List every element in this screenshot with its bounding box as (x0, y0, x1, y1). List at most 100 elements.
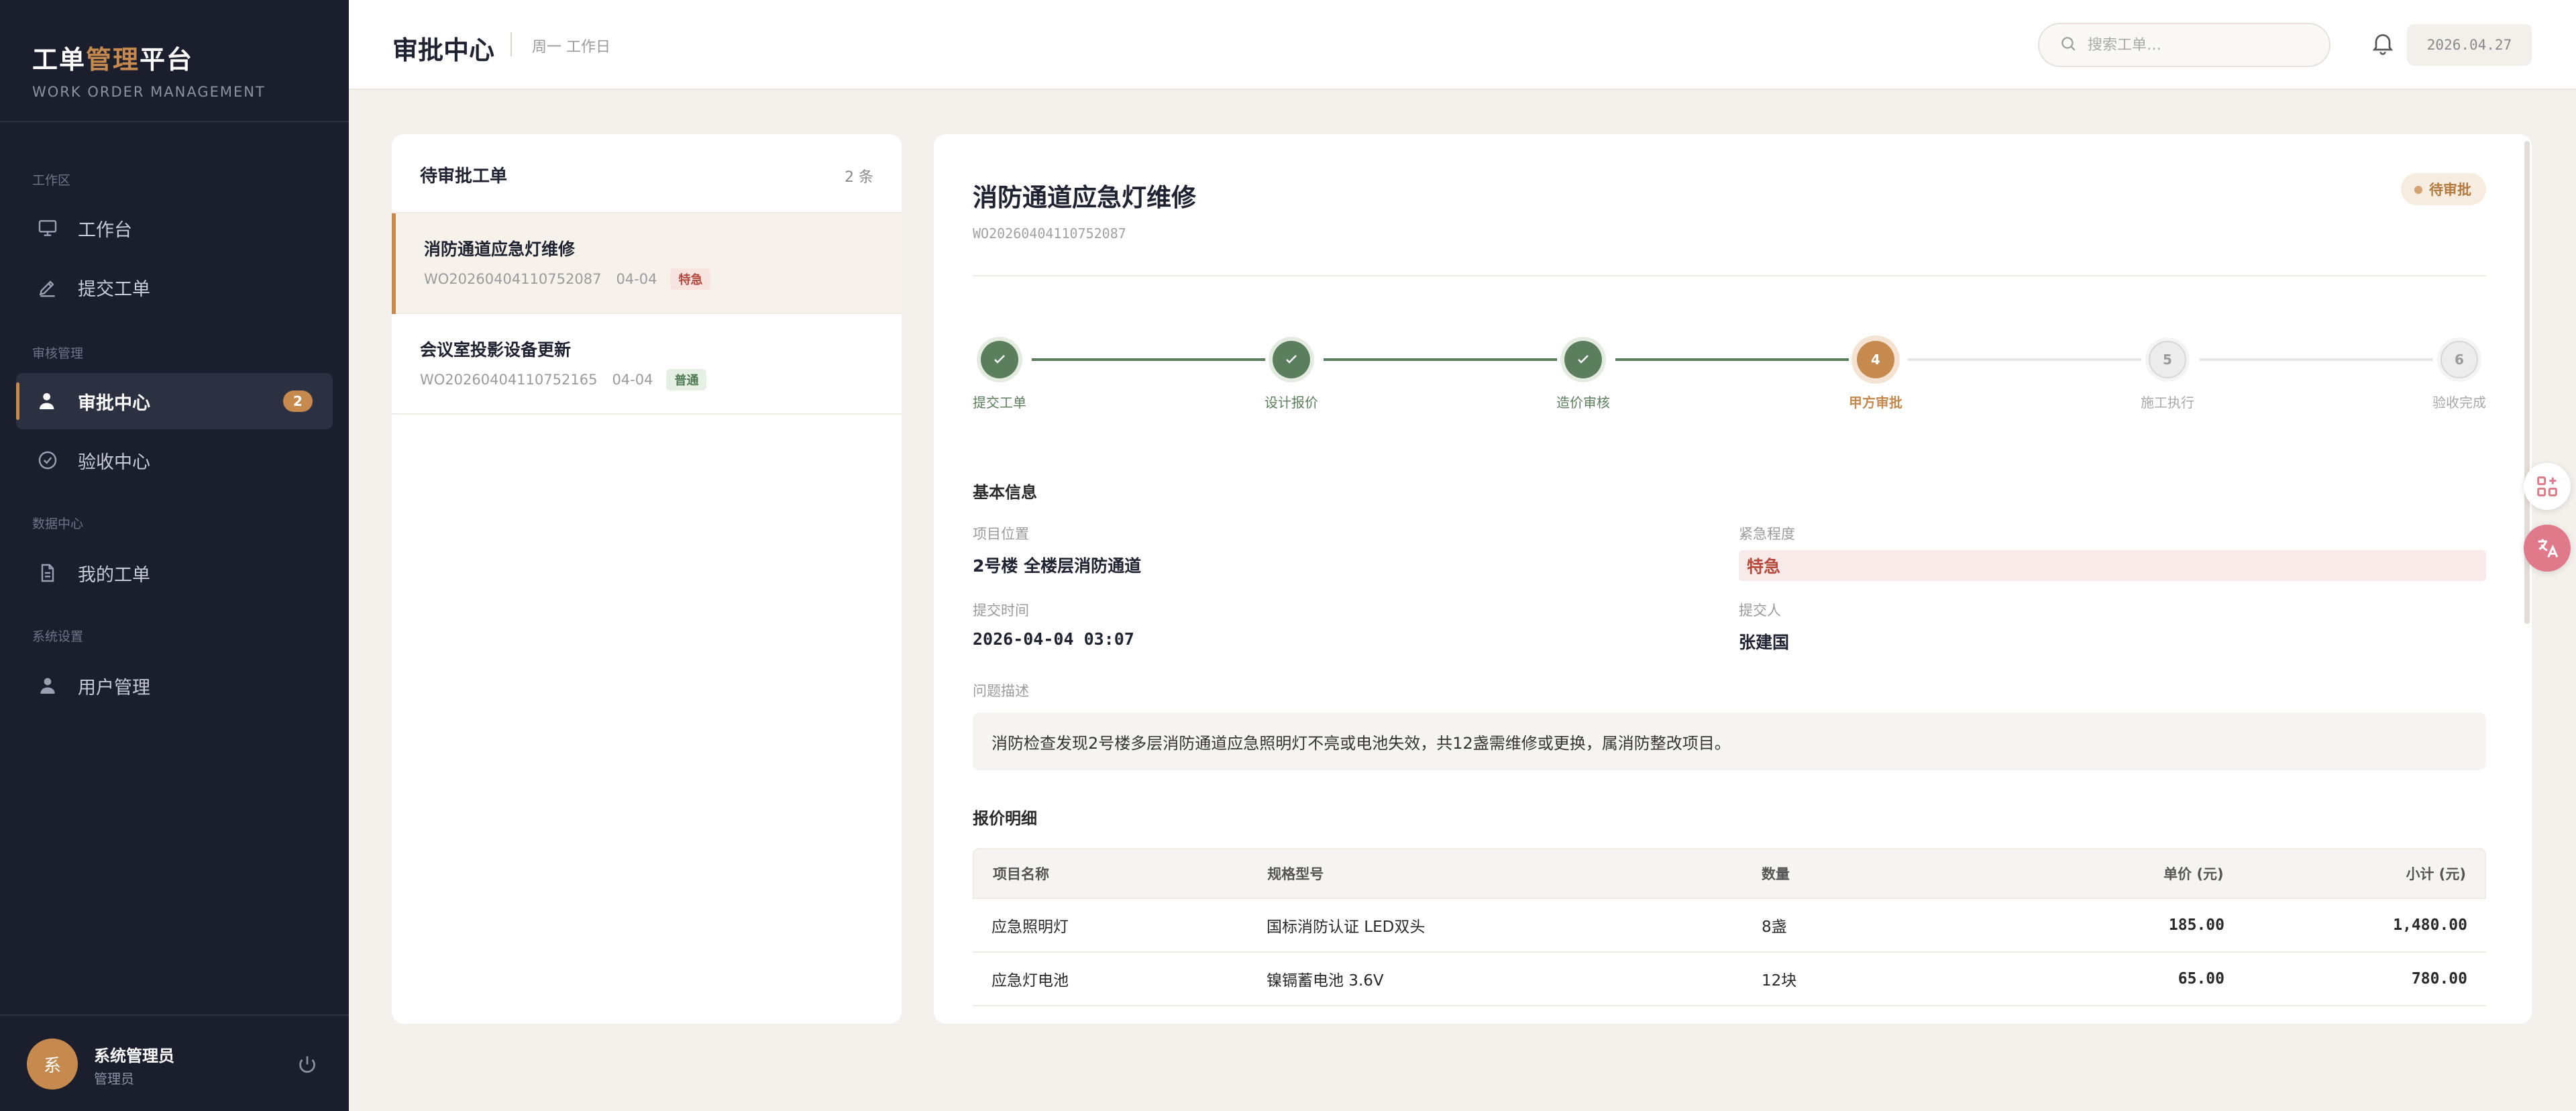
step-design-quote: 设计报价 (1244, 335, 1338, 411)
sidebar-item-user-management[interactable]: 用户管理 (16, 657, 333, 714)
list-item-date: 04-04 (612, 372, 653, 388)
sidebar-item-label: 工作台 (78, 219, 132, 241)
title-separator (511, 32, 512, 56)
sidebar-item-dashboard[interactable]: 工作台 (16, 200, 333, 256)
monitor-icon (36, 217, 59, 240)
section-label-system: 系统设置 (32, 629, 84, 644)
step-client-approval: 4 甲方审批 (1829, 335, 1923, 411)
sidebar-item-acceptance-center[interactable]: 验收中心 (16, 432, 333, 488)
step-connector (1032, 358, 1265, 361)
order-detail-panel: 消防通道应急灯维修 WO20260404110752087 待审批 提交工单 设… (934, 134, 2532, 1024)
urgency-tag: 普通 (666, 369, 707, 390)
step-label: 验收完成 (2432, 394, 2486, 411)
user-icon (36, 674, 59, 697)
search-input[interactable] (2088, 36, 2316, 54)
cell-unit-price: 65.00 (2178, 970, 2224, 988)
step-label: 提交工单 (973, 394, 1026, 411)
logout-power-icon[interactable] (295, 1053, 319, 1077)
list-item-code: WO20260404110752087 (424, 271, 602, 287)
pen-icon (36, 276, 59, 299)
list-item-meta: WO20260404110752087 04-04 特急 (424, 268, 711, 290)
list-item[interactable]: 消防通道应急灯维修 WO20260404110752087 04-04 特急 (392, 213, 902, 314)
step-number: 6 (2440, 341, 2478, 378)
sidebar: 工单管理平台 WORK ORDER MANAGEMENT 工作区 工作台 提交工… (0, 0, 349, 1111)
cell-subtotal: 1,480.00 (2393, 916, 2467, 934)
check-icon (1564, 341, 1602, 378)
list-item-title: 消防通道应急灯维修 (424, 240, 576, 259)
sidebar-item-label: 审批中心 (78, 392, 150, 414)
avatar[interactable]: 系 (27, 1039, 78, 1090)
step-acceptance: 6 验收完成 (2412, 335, 2506, 411)
search-box[interactable] (2038, 23, 2330, 67)
urgency-label: 紧急程度 (1739, 526, 1795, 542)
detail-title: 消防通道应急灯维修 (973, 183, 1196, 212)
submitter-label: 提交人 (1739, 602, 1781, 619)
step-connector (2200, 358, 2433, 361)
list-item-title: 会议室投影设备更新 (420, 340, 572, 360)
submitter-value: 张建国 (1739, 633, 1790, 652)
basic-info-title: 基本信息 (973, 483, 1037, 502)
step-connector (1615, 358, 1849, 361)
notification-bell-icon[interactable] (2369, 30, 2399, 59)
step-connector (1324, 358, 1557, 361)
table-header: 项目名称 规格型号 数量 单价 (元) 小计 (元) (973, 848, 2486, 899)
progress-stepper: 提交工单 设计报价 造价审核 4 甲方审批 5 施工执行 6 验收完成 (973, 335, 2486, 416)
user-role: 管理员 (94, 1071, 134, 1087)
sidebar-item-my-orders[interactable]: 我的工单 (16, 545, 333, 601)
list-count: 2 条 (845, 169, 873, 186)
translate-icon[interactable] (2524, 525, 2571, 572)
step-submit: 提交工单 (953, 335, 1046, 411)
step-construction: 5 施工执行 (2121, 335, 2214, 411)
submit-time-value: 2026-04-04 03:07 (973, 629, 1134, 649)
status-badge: 待审批 (2401, 173, 2486, 205)
pending-list-panel: 待审批工单 2 条 消防通道应急灯维修 WO20260404110752087 … (392, 134, 902, 1024)
step-label: 施工执行 (2141, 394, 2194, 411)
col-subtotal: 小计 (元) (2406, 866, 2466, 882)
list-item-code: WO20260404110752165 (420, 372, 598, 388)
cell-item-name: 应急灯电池 (991, 972, 1069, 990)
page-subtitle: 周一 工作日 (532, 39, 610, 56)
brand-subtitle: WORK ORDER MANAGEMENT (32, 84, 266, 100)
col-spec: 规格型号 (1267, 866, 1324, 882)
section-label-review: 审核管理 (32, 346, 84, 361)
search-icon (2059, 35, 2077, 55)
sidebar-item-label: 验收中心 (78, 452, 150, 473)
step-number: 4 (1857, 341, 1894, 378)
submit-time-label: 提交时间 (973, 602, 1029, 619)
cell-spec: 镍镉蓄电池 3.6V (1267, 972, 1384, 990)
check-circle-icon (36, 449, 59, 472)
page-title: 审批中心 (392, 36, 495, 65)
quote-table: 项目名称 规格型号 数量 单价 (元) 小计 (元) 应急照明灯 国标消防认证 … (973, 848, 2486, 1006)
urgency-tag: 特急 (670, 268, 711, 290)
apps-add-icon[interactable] (2524, 463, 2571, 510)
cell-quantity: 8盏 (1762, 918, 1787, 936)
approval-count-badge: 2 (283, 390, 313, 412)
list-header: 待审批工单 2 条 (392, 134, 902, 213)
step-number: 5 (2149, 341, 2186, 378)
detail-order-code: WO20260404110752087 (973, 225, 1126, 242)
brand-title: 工单管理平台 (32, 45, 194, 74)
list-item[interactable]: 会议室投影设备更新 WO20260404110752165 04-04 普通 (392, 314, 902, 415)
cell-spec: 国标消防认证 LED双头 (1267, 918, 1426, 936)
check-icon (981, 341, 1018, 378)
step-label: 造价审核 (1556, 394, 1610, 411)
list-item-meta: WO20260404110752165 04-04 普通 (420, 369, 707, 390)
location-value: 2号楼 全楼层消防通道 (973, 556, 1142, 576)
user-name: 系统管理员 (94, 1047, 174, 1065)
location-label: 项目位置 (973, 526, 1029, 542)
sidebar-item-submit-order[interactable]: 提交工单 (16, 259, 333, 315)
urgency-value: 特急 (1739, 550, 2486, 581)
sidebar-item-label: 用户管理 (78, 677, 150, 698)
sidebar-item-approval-center[interactable]: 审批中心 2 (16, 373, 333, 429)
step-label: 甲方审批 (1849, 394, 1902, 411)
table-row: 应急照明灯 国标消防认证 LED双头 8盏 185.00 1,480.00 (973, 899, 2486, 953)
sidebar-divider (0, 121, 349, 122)
top-header: 审批中心 周一 工作日 2026.04.27 (349, 0, 2576, 90)
step-label: 设计报价 (1265, 394, 1318, 411)
section-label-data: 数据中心 (32, 517, 84, 531)
cell-subtotal: 780.00 (2411, 970, 2467, 988)
col-item-name: 项目名称 (993, 866, 1049, 882)
list-title: 待审批工单 (420, 166, 508, 187)
step-cost-review: 造价审核 (1536, 335, 1630, 411)
cell-unit-price: 185.00 (2168, 916, 2224, 934)
